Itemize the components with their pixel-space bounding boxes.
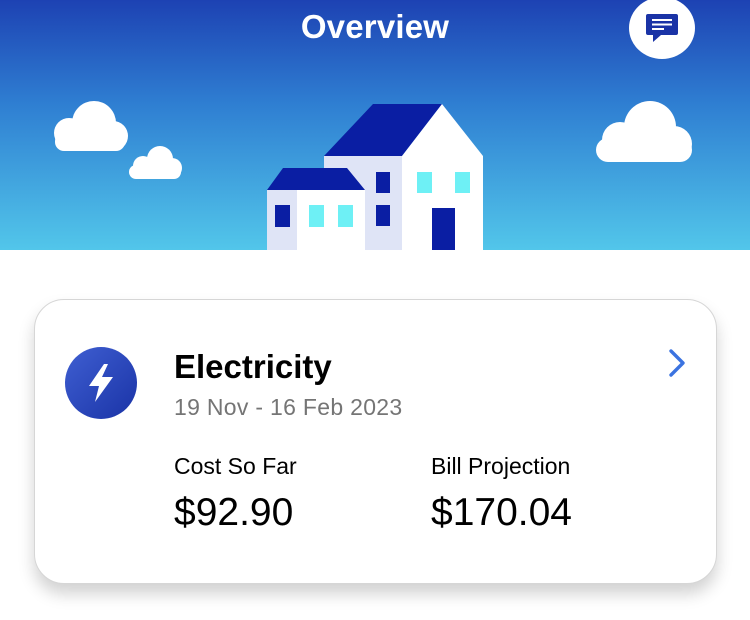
chat-bubble-icon bbox=[646, 14, 678, 42]
card-title: Electricity bbox=[174, 348, 332, 385]
cloud-right bbox=[596, 101, 692, 162]
lightning-bolt-icon bbox=[89, 364, 113, 402]
cloud-left-large bbox=[54, 101, 128, 151]
house-illustration bbox=[267, 104, 483, 250]
chevron-right-icon[interactable] bbox=[668, 348, 686, 378]
bill-projection-label: Bill Projection bbox=[431, 453, 571, 479]
overview-screen: Overview Electricity 19 Nov - 16 Feb 202… bbox=[0, 0, 750, 620]
electricity-card[interactable]: Electricity 19 Nov - 16 Feb 2023 Cost So… bbox=[34, 299, 717, 584]
billing-period: 19 Nov - 16 Feb 2023 bbox=[174, 394, 403, 420]
hero-banner: Overview bbox=[0, 0, 750, 250]
bill-projection-value: $170.04 bbox=[431, 491, 572, 534]
cost-so-far-value: $92.90 bbox=[174, 491, 294, 534]
electricity-icon-badge bbox=[65, 347, 137, 419]
cloud-left-small bbox=[129, 146, 182, 179]
cost-so-far-label: Cost So Far bbox=[174, 453, 297, 479]
chat-button[interactable] bbox=[629, 0, 695, 59]
